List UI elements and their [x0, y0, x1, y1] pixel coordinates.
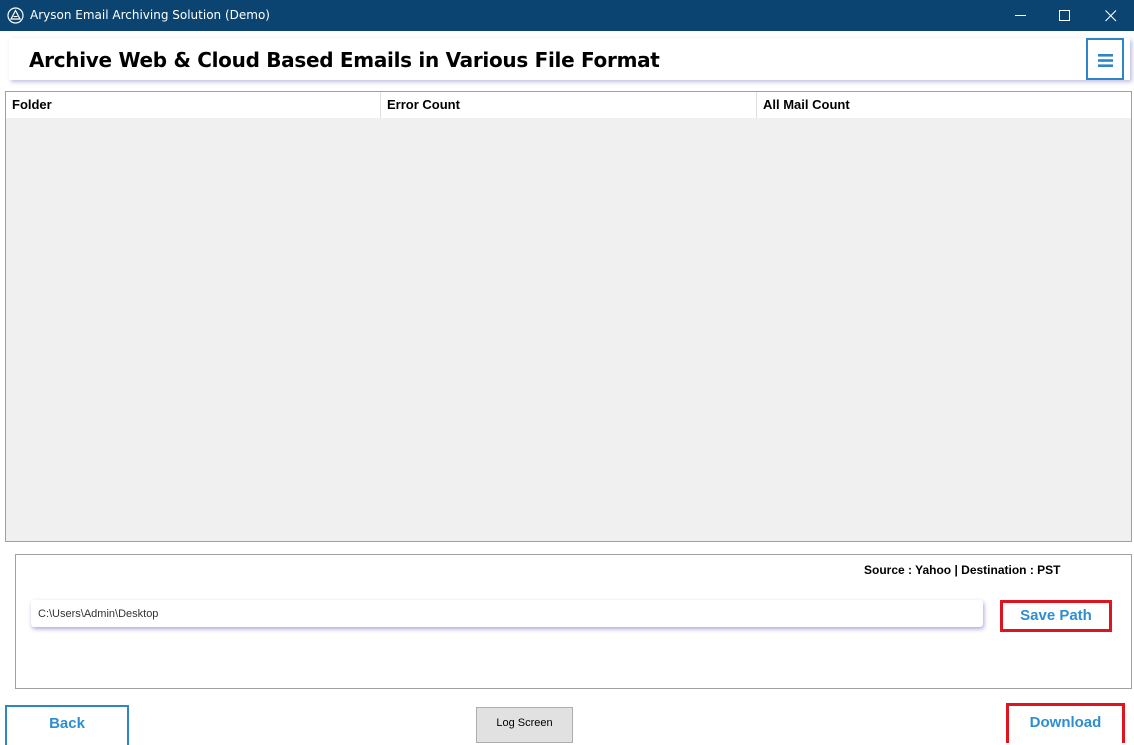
title-bar: Aryson Email Archiving Solution (Demo) [0, 0, 1134, 31]
save-path-button[interactable]: Save Path [1000, 600, 1112, 632]
column-header-all-mail-count[interactable]: All Mail Count [757, 92, 1131, 118]
folder-grid[interactable]: Folder Error Count All Mail Count [5, 91, 1132, 542]
grid-header: Folder Error Count All Mail Count [6, 92, 1131, 118]
log-screen-button[interactable]: Log Screen [476, 707, 573, 743]
minimize-button[interactable] [998, 0, 1044, 31]
column-header-folder[interactable]: Folder [6, 92, 381, 118]
header-card: Archive Web & Cloud Based Emails in Vari… [9, 38, 1130, 80]
hamburger-menu-icon [1098, 54, 1113, 67]
save-path-panel: Source : Yahoo | Destination : PST Save … [15, 554, 1132, 689]
close-icon [1105, 10, 1117, 22]
maximize-icon [1059, 10, 1070, 21]
column-header-error-count[interactable]: Error Count [381, 92, 757, 118]
aryson-logo-icon [7, 7, 24, 24]
back-button[interactable]: Back [5, 705, 129, 745]
window-title: Aryson Email Archiving Solution (Demo) [30, 8, 270, 22]
close-button[interactable] [1088, 0, 1134, 31]
download-button[interactable]: Download [1006, 703, 1125, 743]
minimize-icon [1015, 15, 1026, 16]
page-title: Archive Web & Cloud Based Emails in Vari… [29, 48, 660, 72]
menu-button[interactable] [1086, 38, 1124, 80]
path-input[interactable] [31, 600, 983, 627]
source-destination-label: Source : Yahoo | Destination : PST [864, 563, 1061, 577]
maximize-button[interactable] [1042, 0, 1088, 31]
